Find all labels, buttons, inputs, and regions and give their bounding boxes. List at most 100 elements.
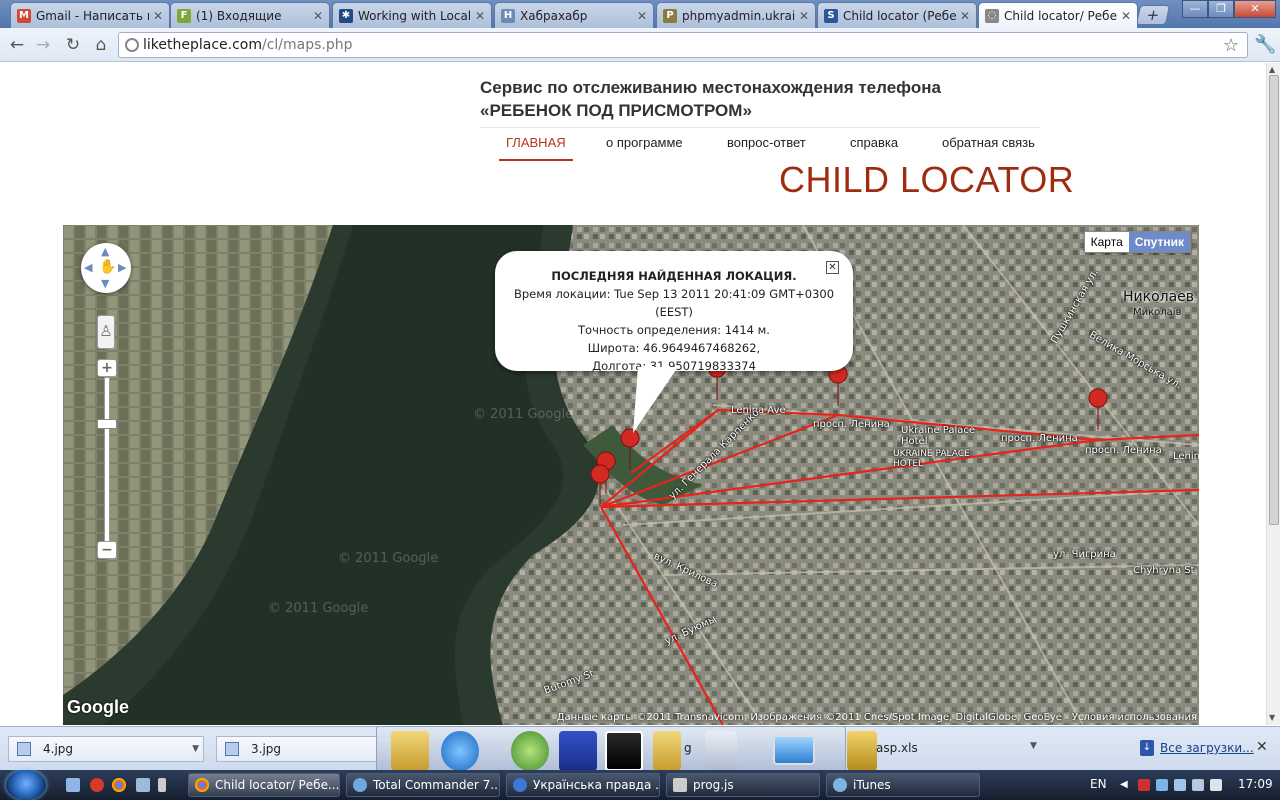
minimize-button[interactable]: — xyxy=(1182,0,1208,18)
taskbar-button-label: Українська правда ... xyxy=(533,778,660,792)
tray-expand-icon[interactable]: ◀ xyxy=(1120,779,1132,791)
browser-tab[interactable]: H Хабрахабр ✕ xyxy=(494,2,654,28)
menu-item-home[interactable]: ГЛАВНАЯ xyxy=(499,135,573,161)
tab-close-icon[interactable]: ✕ xyxy=(153,9,163,23)
close-download-bar-icon[interactable]: ✕ xyxy=(1256,739,1268,755)
map-type-satellite-button[interactable]: Спутник xyxy=(1128,232,1190,252)
forward-button[interactable]: → xyxy=(32,34,54,56)
taskbar-button[interactable]: iTunes xyxy=(826,773,980,797)
monitor-icon[interactable] xyxy=(773,735,815,765)
internet-explorer-icon xyxy=(513,778,527,792)
tab-close-icon[interactable]: ✕ xyxy=(1121,9,1131,23)
show-desktop-icon[interactable] xyxy=(66,778,80,792)
taskbar-button[interactable]: Total Commander 7.... xyxy=(346,773,500,797)
site-title: Сервис по отслеживанию местонахождения т… xyxy=(480,76,1040,122)
recycle-bin-icon[interactable] xyxy=(705,731,737,771)
globe-icon: ◌ xyxy=(985,8,999,23)
taskbar-button[interactable]: prog.js xyxy=(666,773,820,797)
tab-close-icon[interactable]: ✕ xyxy=(637,9,647,23)
browser-tab[interactable]: P phpmyadmin.ukraine ✕ xyxy=(656,2,816,28)
chevron-down-icon[interactable]: ▼ xyxy=(192,744,199,754)
map-copyright[interactable]: Данные карты ©2011 Transnavicom, Изображ… xyxy=(557,712,1197,723)
menu-item-feedback[interactable]: обратная связь xyxy=(942,135,1035,159)
tab-close-icon[interactable]: ✕ xyxy=(960,9,970,23)
zoom-slider-handle[interactable] xyxy=(97,419,117,429)
tab-close-icon[interactable]: ✕ xyxy=(475,9,485,23)
pan-control[interactable]: ▲ ◀ ▶ ▼ ✋ xyxy=(81,243,131,293)
opera-icon[interactable] xyxy=(90,778,104,792)
taskbar-button[interactable]: Child locator/ Ребе... xyxy=(188,773,340,797)
start-button[interactable] xyxy=(6,770,46,800)
scroll-up-icon[interactable]: ▲ xyxy=(1269,65,1275,74)
language-indicator[interactable]: EN xyxy=(1090,777,1107,791)
chevron-down-icon[interactable]: ▼ xyxy=(1030,741,1037,751)
infowindow-close-icon[interactable]: ✕ xyxy=(826,261,839,274)
window-controls: — ❐ ✕ xyxy=(1182,0,1276,18)
feedly-icon: F xyxy=(177,8,191,23)
menu-item-help[interactable]: справка xyxy=(850,135,898,159)
pan-left-icon[interactable]: ◀ xyxy=(84,261,92,274)
download-filename-partial: g xyxy=(684,741,692,755)
phpmyadmin-icon: P xyxy=(663,8,677,23)
pan-down-icon[interactable]: ▼ xyxy=(101,277,109,290)
menu-item-about[interactable]: о программе xyxy=(606,135,683,159)
calendar-icon[interactable] xyxy=(511,731,549,771)
taskbar-button-label: iTunes xyxy=(853,778,891,792)
new-tab-button[interactable]: + xyxy=(1135,5,1171,25)
volume-icon[interactable] xyxy=(1210,779,1222,791)
zoom-in-button[interactable]: + xyxy=(97,359,117,377)
downloads-icon: ↓ xyxy=(1140,740,1154,756)
bookmark-star-icon[interactable]: ☆ xyxy=(1223,35,1239,56)
browser-tab-active[interactable]: ◌ Child locator/ Ребен ✕ xyxy=(978,2,1138,28)
pan-up-icon[interactable]: ▲ xyxy=(101,245,109,258)
tab-close-icon[interactable]: ✕ xyxy=(313,9,323,23)
page-scrollbar[interactable]: ▲ ▼ xyxy=(1266,63,1280,725)
zoom-slider-track[interactable] xyxy=(104,377,110,547)
hand-icon: ✋ xyxy=(99,259,117,275)
windows-taskbar: Child locator/ Ребе... Total Commander 7… xyxy=(0,770,1280,800)
browser-tab[interactable]: ✱ Working with Local D ✕ xyxy=(332,2,492,28)
street-view-pegman-icon[interactable]: ♙ xyxy=(97,315,115,349)
zoom-out-button[interactable]: − xyxy=(97,541,117,559)
download-item[interactable]: 4.jpg ▼ xyxy=(8,736,204,762)
address-bar[interactable]: liketheplace.com/cl/maps.php ☆ xyxy=(118,32,1248,58)
folder-icon[interactable] xyxy=(653,731,681,771)
display-icon[interactable] xyxy=(1192,779,1204,791)
map-label-street: просп. Ленина xyxy=(1085,445,1162,456)
back-button[interactable]: ← xyxy=(6,34,28,56)
browser-tab[interactable]: M Gmail - Написать пи ✕ xyxy=(10,2,170,28)
scrollbar-thumb[interactable] xyxy=(1269,75,1279,525)
reload-button[interactable]: ↻ xyxy=(62,34,84,56)
folder-icon[interactable] xyxy=(391,731,429,771)
taskbar-button[interactable]: Українська правда ... xyxy=(506,773,660,797)
home-button[interactable]: ⌂ xyxy=(90,34,112,56)
map-type-map-button[interactable]: Карта xyxy=(1084,232,1129,252)
close-window-button[interactable]: ✕ xyxy=(1234,0,1276,18)
image-file-icon xyxy=(17,742,31,756)
download-icon[interactable] xyxy=(158,778,166,792)
chrome-icon[interactable] xyxy=(112,778,126,792)
map-view[interactable]: © 2011 Google © 2011 Google © 2011 Googl… xyxy=(63,225,1199,725)
maximize-button[interactable]: ❐ xyxy=(1208,0,1234,18)
apps-grid-icon[interactable] xyxy=(605,731,643,771)
browser-tab[interactable]: F (1) Входящие ✕ xyxy=(170,2,330,28)
spreadsheet-icon[interactable] xyxy=(847,731,877,771)
tab-title: Хабрахабр xyxy=(520,8,588,23)
scroll-down-icon[interactable]: ▼ xyxy=(1269,713,1275,722)
antivirus-icon[interactable] xyxy=(1138,779,1150,791)
pan-right-icon[interactable]: ▶ xyxy=(118,261,126,274)
monitor-icon[interactable] xyxy=(136,778,150,792)
infowindow-time: Время локации: Tue Sep 13 2011 20:41:09 … xyxy=(513,287,835,319)
internet-explorer-icon[interactable] xyxy=(441,731,479,771)
page-info-icon[interactable] xyxy=(125,38,139,52)
network-icon[interactable] xyxy=(1174,779,1186,791)
wrench-menu-icon[interactable]: 🔧 xyxy=(1254,34,1276,55)
tab-close-icon[interactable]: ✕ xyxy=(799,9,809,23)
all-downloads-link[interactable]: Все загрузки... xyxy=(1160,741,1254,755)
browser-tab[interactable]: S Child locator (Ребен ✕ xyxy=(817,2,977,28)
network-icon[interactable] xyxy=(1156,779,1168,791)
google-logo[interactable]: Google xyxy=(67,697,129,718)
floppy-save-icon[interactable] xyxy=(559,731,597,771)
menu-item-faq[interactable]: вопрос-ответ xyxy=(727,135,806,159)
site-logo: CHILD LOCATOR xyxy=(779,159,1075,200)
